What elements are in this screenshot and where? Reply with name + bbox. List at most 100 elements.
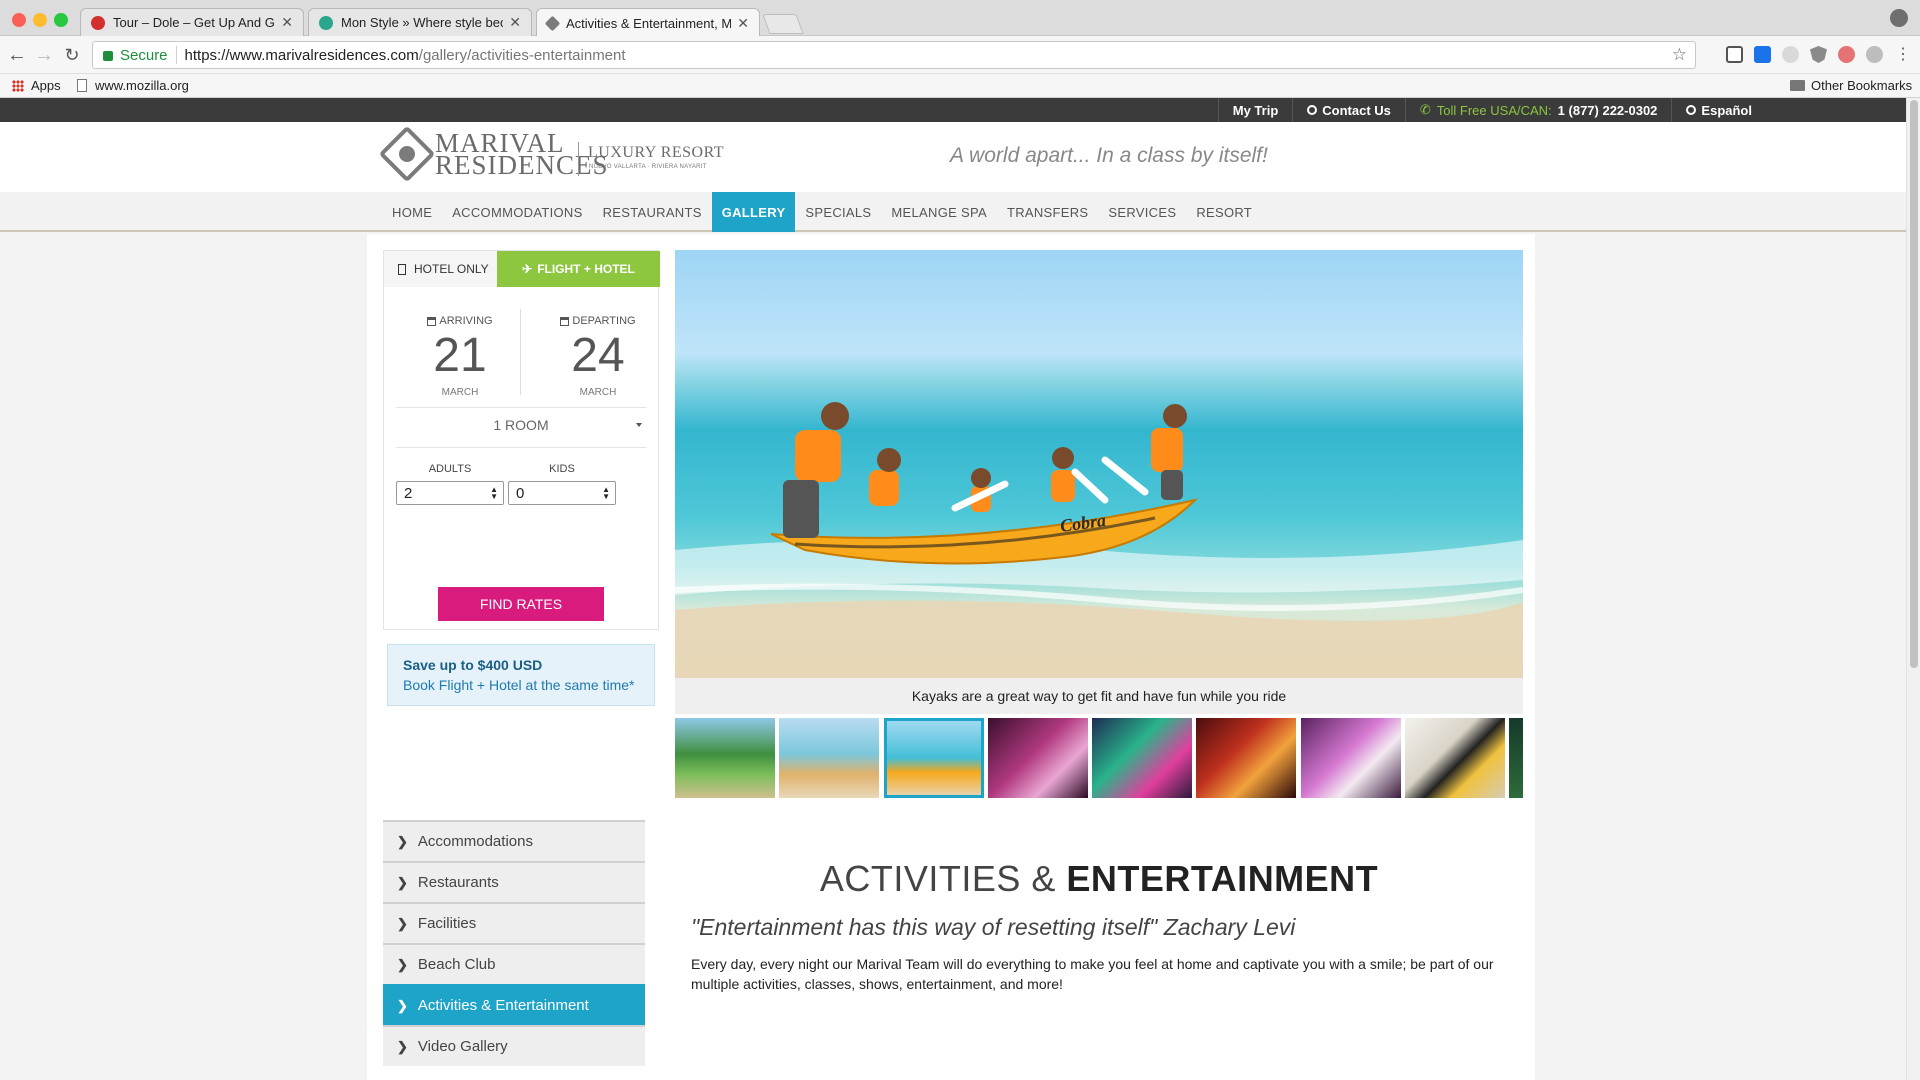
bookmarks-bar: Apps www.mozilla.org Other Bookmarks [0, 74, 1920, 98]
side-menu-item-facilities[interactable]: ❯ Facilities [383, 902, 645, 943]
cast-extension-icon[interactable] [1726, 46, 1743, 63]
stepper-arrows-icon: ▲ ▼ [602, 485, 610, 501]
new-tab-button[interactable] [762, 14, 804, 34]
browser-tab[interactable]: Mon Style » Where style become ✕ [308, 8, 532, 36]
divider [396, 407, 646, 408]
gallery-thumbnail[interactable] [1092, 718, 1192, 798]
kids-select[interactable]: 0 ▲ ▼ [508, 481, 616, 505]
adults-select[interactable]: 2 ▲ ▼ [396, 481, 504, 505]
other-bookmarks[interactable]: Other Bookmarks [1790, 78, 1912, 93]
contact-us-link[interactable]: Contact Us [1292, 98, 1405, 122]
rooms-value: 1 ROOM [493, 417, 549, 433]
adults-label: ADULTS [428, 463, 472, 475]
my-trip-link[interactable]: My Trip [1217, 98, 1293, 122]
gallery-thumbnail[interactable] [1196, 718, 1296, 798]
more-menu-icon[interactable]: ⋮ [1892, 44, 1914, 66]
page-scrollbar[interactable] [1906, 98, 1920, 1080]
lock-icon [103, 51, 113, 61]
page-viewport: My Trip Contact Us ✆ Toll Free USA/CAN: … [0, 98, 1906, 1080]
scrollbar-thumb[interactable] [1910, 100, 1918, 668]
close-window-button[interactable] [12, 13, 26, 27]
chevron-right-icon: ❯ [397, 997, 408, 1013]
browser-tab[interactable]: Tour – Dole – Get Up And Grow ✕ [80, 8, 304, 36]
gallery-thumbnail[interactable] [1405, 718, 1505, 798]
nav-item-melange-spa[interactable]: MELANGE SPA [881, 192, 997, 232]
flight-hotel-promo[interactable]: Save up to $400 USD Book Flight + Hotel … [387, 644, 655, 706]
nav-item-gallery[interactable]: GALLERY [711, 192, 796, 232]
gallery-thumbnail-active[interactable] [884, 718, 984, 798]
gallery-main-image[interactable]: Cobra [675, 250, 1523, 678]
side-menu-item-activities-entertainment[interactable]: ❯ Activities & Entertainment [383, 984, 645, 1025]
nav-item-home[interactable]: HOME [382, 192, 442, 232]
language-switch[interactable]: Español [1671, 98, 1766, 122]
side-menu-label: Beach Club [417, 956, 496, 973]
toll-free-number: 1 (877) 222-0302 [1557, 102, 1658, 118]
chevron-down-icon [636, 423, 642, 427]
side-menu-item-accommodations[interactable]: ❯ Accommodations [383, 820, 645, 861]
nav-item-specials[interactable]: SPECIALS [795, 192, 881, 232]
close-tab-icon[interactable]: ✕ [737, 15, 749, 32]
utility-bar: My Trip Contact Us ✆ Toll Free USA/CAN: … [0, 98, 1906, 122]
gallery-thumbnail[interactable] [1509, 718, 1523, 798]
arriving-month: MARCH [441, 387, 479, 398]
tab-hotel-only[interactable]: HOTEL ONLY [384, 251, 497, 287]
arriving-date-picker[interactable]: ARRIVING 21 MARCH [400, 315, 520, 398]
shield-extension-icon[interactable] [1810, 46, 1827, 63]
page-quote: "Entertainment has this way of resetting… [691, 914, 1296, 940]
gallery-thumbnail[interactable] [779, 718, 879, 798]
departing-date-picker[interactable]: DEPARTING 24 MARCH [538, 315, 658, 398]
tab-flight-hotel[interactable]: ✈ FLIGHT + HOTEL [497, 251, 660, 287]
gallery-thumbnail-strip [675, 718, 1523, 798]
gallery-thumbnail[interactable] [1301, 718, 1401, 798]
arriving-label: ARRIVING [400, 315, 520, 327]
page-title: ACTIVITIES & ENTERTAINMENT [675, 858, 1523, 900]
calendar-extension-icon[interactable] [1754, 46, 1771, 63]
nav-item-accommodations[interactable]: ACCOMMODATIONS [442, 192, 592, 232]
profile-avatar-icon[interactable] [1890, 9, 1908, 27]
nav-item-services[interactable]: SERVICES [1098, 192, 1186, 232]
calendar-icon [427, 316, 437, 326]
nav-item-resort[interactable]: RESORT [1186, 192, 1262, 232]
toll-free-phone[interactable]: ✆ Toll Free USA/CAN: 1 (877) 222-0302 [1404, 98, 1672, 122]
find-rates-button[interactable]: FIND RATES [438, 587, 604, 621]
nav-item-transfers[interactable]: TRANSFERS [997, 192, 1098, 232]
bookmark-apps[interactable]: Apps [12, 78, 61, 93]
close-tab-icon[interactable]: ✕ [281, 14, 293, 31]
extension-icon[interactable] [1782, 46, 1799, 63]
logo-wordmark: MARIVAL RESIDENCES [435, 130, 609, 179]
gallery-thumbnail[interactable] [675, 718, 775, 798]
page-description: Every day, every night our Marival Team … [691, 956, 1494, 992]
browser-tab-bar: Tour – Dole – Get Up And Grow ✕ Mon Styl… [0, 0, 1920, 37]
marival-favicon-icon [544, 15, 561, 31]
bookmark-label: Apps [31, 78, 61, 93]
stepper-arrows-icon: ▲ ▼ [490, 485, 498, 501]
building-icon [398, 263, 406, 275]
gallery-side-menu: ❯ Accommodations ❯ Restaurants ❯ Facilities ❯ B… [383, 820, 645, 1066]
forward-arrow-icon[interactable]: → [33, 44, 55, 66]
close-tab-icon[interactable]: ✕ [509, 14, 521, 31]
side-menu-item-restaurants[interactable]: ❯ Restaurants [383, 861, 645, 902]
reload-icon[interactable]: ↻ [61, 44, 83, 66]
date-divider [520, 309, 521, 395]
side-menu-label: Restaurants [417, 874, 499, 891]
gallery-thumbnail[interactable] [988, 718, 1088, 798]
rooms-select[interactable]: 1 ROOM [396, 417, 646, 433]
tab-label: FLIGHT + HOTEL [537, 262, 635, 276]
page-icon [77, 79, 87, 92]
side-menu-item-beach-club[interactable]: ❯ Beach Club [383, 943, 645, 984]
adults-value: 2 [404, 484, 413, 502]
bookmark-mozilla[interactable]: www.mozilla.org [77, 78, 189, 93]
minimize-window-button[interactable] [33, 13, 47, 27]
address-bar[interactable]: Secure https://www.marivalresidences.com… [92, 41, 1696, 69]
gray-extension-icon[interactable] [1866, 46, 1883, 63]
zoom-window-button[interactable] [54, 13, 68, 27]
nav-item-restaurants[interactable]: RESTAURANTS [593, 192, 712, 232]
apps-grid-icon [12, 79, 24, 92]
lastpass-extension-icon[interactable] [1838, 46, 1855, 63]
divider [396, 447, 646, 448]
bookmark-star-icon[interactable]: ☆ [1672, 45, 1687, 65]
back-arrow-icon[interactable]: ← [6, 44, 28, 66]
browser-tab-active[interactable]: Activities & Entertainment, Mar ✕ [536, 8, 760, 37]
side-menu-label: Activities & Entertainment [417, 997, 589, 1014]
side-menu-item-video-gallery[interactable]: ❯ Video Gallery [383, 1025, 645, 1066]
